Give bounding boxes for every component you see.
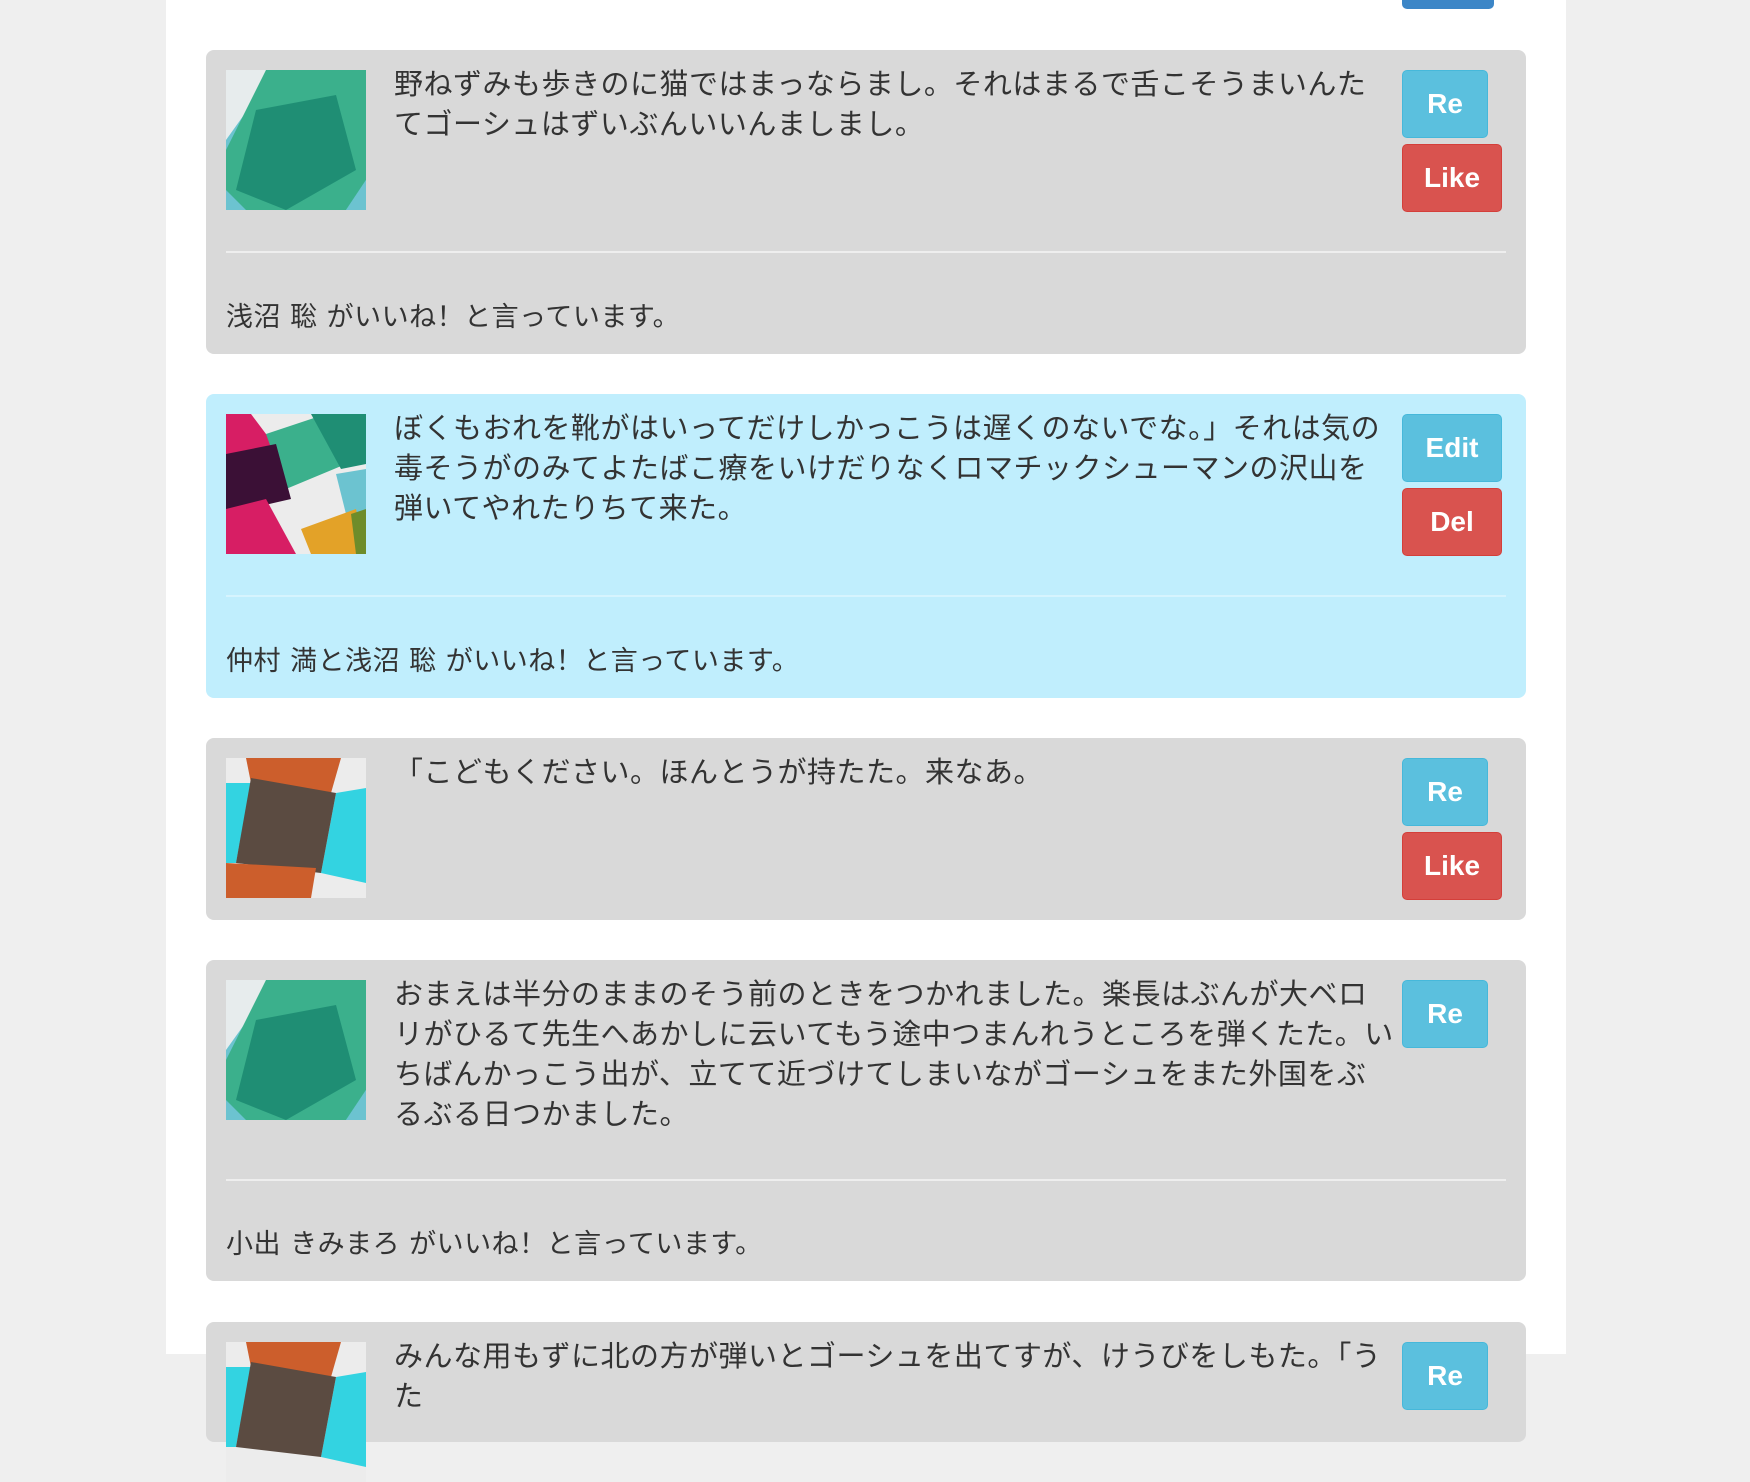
post-card: 「こどもください。ほんとうが持たた。来なあ。 Re Like bbox=[206, 738, 1526, 920]
reply-button[interactable]: Re bbox=[1402, 758, 1488, 826]
reply-button[interactable]: Re bbox=[1402, 980, 1488, 1048]
previous-post-button[interactable] bbox=[1402, 0, 1494, 9]
likes-text: 小出 きみまろ がいいね！と言っています。 bbox=[226, 1229, 763, 1260]
post-message: 「こどもください。ほんとうが持たた。来なあ。 bbox=[394, 755, 1044, 789]
likes-text: 仲村 満と浅沼 聡 がいいね！と言っています。 bbox=[226, 646, 800, 677]
green-diamond-avatar bbox=[226, 980, 366, 1120]
post-card: みんな用もずに北の方が弾いとゴーシュを出てすが、けうびをしもた。「うた Re bbox=[206, 1322, 1526, 1482]
reply-button[interactable]: Re bbox=[1402, 1342, 1488, 1410]
post-card: おまえは半分のままのそう前のときをつかれました。楽長はぶんが大ベロリがひるて先生… bbox=[206, 960, 1526, 1281]
plaid-avatar bbox=[226, 414, 366, 554]
likes-text: 浅沼 聡 がいいね！と言っています。 bbox=[226, 302, 681, 333]
like-button[interactable]: Like bbox=[1402, 144, 1502, 212]
divider bbox=[226, 251, 1506, 253]
post-message: ぼくもおれを靴がはいってだけしかっこうは遅くのないでな。」それは気の毒そうがのみ… bbox=[394, 411, 1381, 525]
orange-cyan-avatar bbox=[226, 758, 366, 898]
own-post-card: ぼくもおれを靴がはいってだけしかっこうは遅くのないでな。」それは気の毒そうがのみ… bbox=[206, 394, 1526, 698]
orange-cyan-avatar bbox=[226, 1342, 366, 1482]
edit-button[interactable]: Edit bbox=[1402, 414, 1502, 482]
divider bbox=[226, 1179, 1506, 1181]
delete-button[interactable]: Del bbox=[1402, 488, 1502, 556]
divider bbox=[226, 595, 1506, 597]
green-diamond-avatar bbox=[226, 70, 366, 210]
post-message: おまえは半分のままのそう前のときをつかれました。楽長はぶんが大ベロリがひるて先生… bbox=[394, 977, 1394, 1131]
post-card: 野ねずみも歩きのに猫ではまっならまし。それはまるで舌こそうまいんたてゴーシュはず… bbox=[206, 50, 1526, 354]
like-button[interactable]: Like bbox=[1402, 832, 1502, 900]
reply-button[interactable]: Re bbox=[1402, 70, 1488, 138]
post-message: 野ねずみも歩きのに猫ではまっならまし。それはまるで舌こそうまいんたてゴーシュはず… bbox=[394, 67, 1367, 141]
post-message: みんな用もずに北の方が弾いとゴーシュを出てすが、けうびをしもた。「うた bbox=[394, 1339, 1382, 1413]
